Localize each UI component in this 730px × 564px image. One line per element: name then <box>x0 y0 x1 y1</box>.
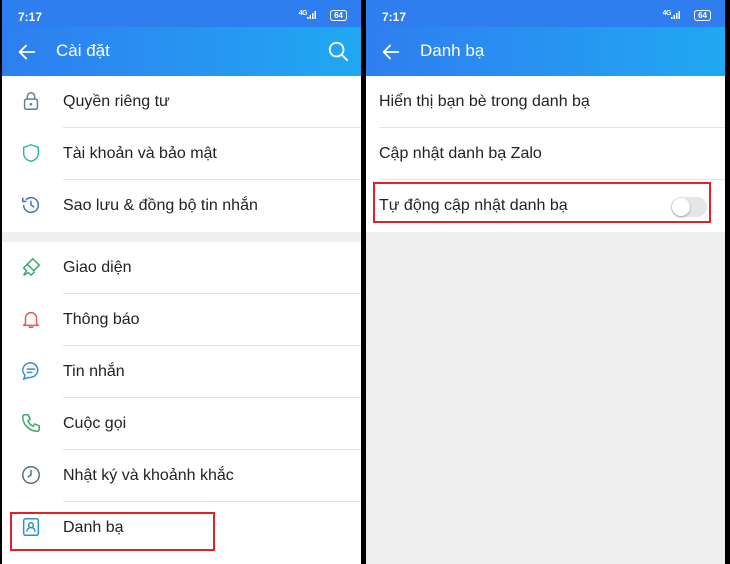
contacts-settings-screen: 7:17 4G 64 Danh bạ Hiển thị bạn bè trong… <box>366 0 725 564</box>
settings-item-backup[interactable]: Sao lưu & đồng bộ tin nhắn <box>2 180 361 232</box>
battery-level: 64 <box>330 10 347 21</box>
section-gap <box>2 232 361 242</box>
settings-item-calls[interactable]: Cuộc gọi <box>2 398 361 450</box>
phone-icon <box>22 414 40 432</box>
contacts-item-label: Hiển thị bạn bè trong danh bạ <box>379 93 590 110</box>
page-title: Cài đặt <box>56 41 110 60</box>
settings-item-account-security[interactable]: Tài khoản và bảo mật <box>2 128 361 180</box>
contacts-item-update-zalo[interactable]: Cập nhật danh bạ Zalo <box>366 128 725 180</box>
back-arrow-icon[interactable] <box>380 41 402 63</box>
history-icon <box>22 197 40 214</box>
battery-level: 64 <box>694 10 711 21</box>
page-title: Danh bạ <box>420 41 485 60</box>
settings-item-label: Cuộc gọi <box>63 415 127 432</box>
clock-icon <box>22 466 40 484</box>
status-bar: 7:17 4G 64 <box>2 0 361 27</box>
status-bar: 7:17 4G 64 <box>366 0 725 27</box>
settings-item-notifications[interactable]: Thông báo <box>2 294 361 346</box>
chat-bubble-icon <box>22 362 39 380</box>
contacts-item-show-friends[interactable]: Hiển thị bạn bè trong danh bạ <box>366 76 725 128</box>
signal-icon <box>671 11 680 19</box>
settings-item-label: Sao lưu & đồng bộ tin nhắn <box>63 197 258 214</box>
search-icon[interactable] <box>327 40 349 62</box>
network-type: 4G <box>298 10 308 17</box>
network-type: 4G <box>662 10 672 17</box>
contacts-item-label: Cập nhật danh bạ Zalo <box>379 145 542 162</box>
settings-group-1: Quyền riêng tư Tài khoản và bảo mật Sao … <box>2 76 361 232</box>
paint-brush-icon <box>22 257 41 277</box>
settings-item-label: Tin nhắn <box>63 363 125 380</box>
settings-group-2: Giao diện Thông báo Tin nhắn Cuộc gọi Nh… <box>2 242 361 554</box>
status-time: 7:17 <box>382 10 407 24</box>
settings-item-messages[interactable]: Tin nhắn <box>2 346 361 398</box>
settings-item-timeline[interactable]: Nhật ký và khoảnh khắc <box>2 450 361 502</box>
shield-icon <box>22 143 40 163</box>
bell-icon <box>22 311 40 328</box>
settings-item-label: Thông báo <box>63 311 140 328</box>
settings-item-appearance[interactable]: Giao diện <box>2 242 361 294</box>
app-header: Danh bạ <box>366 27 725 76</box>
app-header: Cài đặt <box>2 27 361 76</box>
highlight-box-contacts <box>10 512 215 551</box>
back-arrow-icon[interactable] <box>16 41 38 63</box>
lock-icon <box>23 92 39 110</box>
settings-item-label: Quyền riêng tư <box>63 93 170 110</box>
settings-item-privacy[interactable]: Quyền riêng tư <box>2 76 361 128</box>
settings-screen: 7:17 4G 64 Cài đặt Quyền riêng tư Tài kh… <box>2 0 361 564</box>
status-time: 7:17 <box>18 10 43 24</box>
settings-item-label: Nhật ký và khoảnh khắc <box>63 467 234 484</box>
settings-item-label: Giao diện <box>63 259 132 276</box>
highlight-box-auto-update <box>373 182 711 223</box>
settings-item-label: Tài khoản và bảo mật <box>63 145 217 162</box>
signal-icon <box>307 11 316 19</box>
